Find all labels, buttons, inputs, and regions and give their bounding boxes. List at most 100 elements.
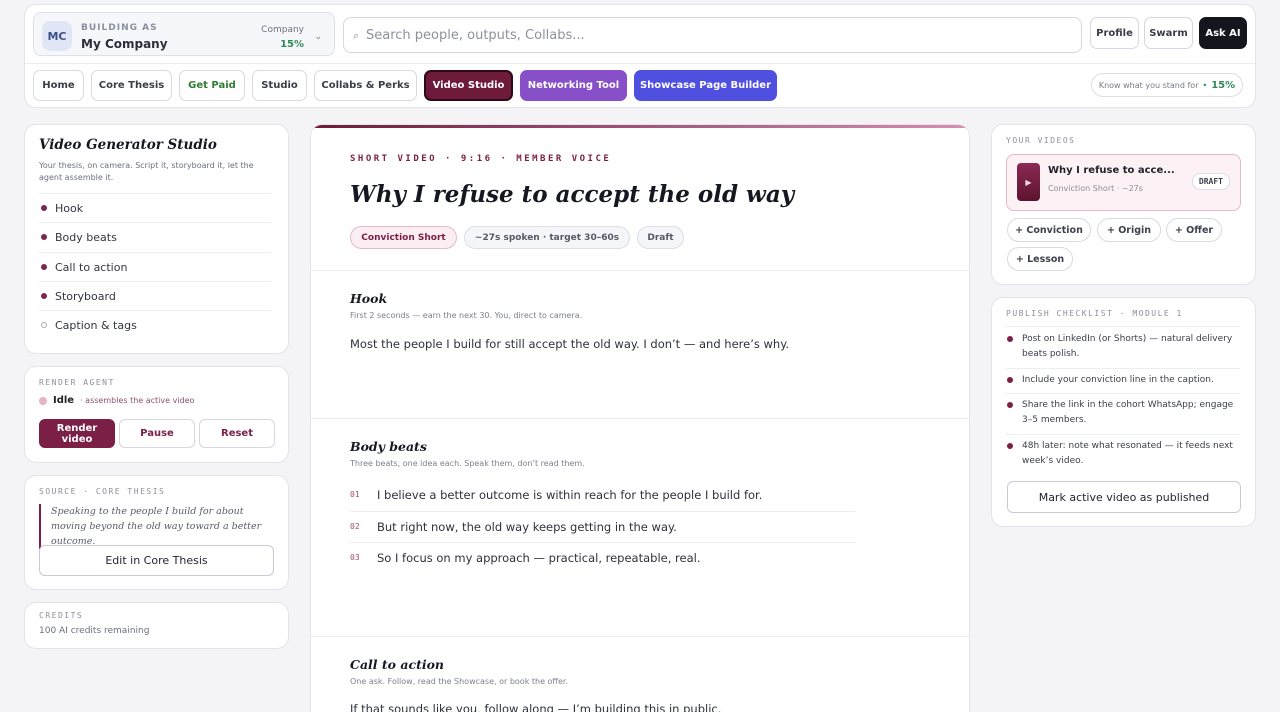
source-title: SOURCE · CORE THESIS <box>39 487 166 496</box>
video-generator-subtitle: Your thesis, on camera. Script it, story… <box>39 161 254 182</box>
checklist-bullet <box>1007 443 1013 449</box>
script-editor-panel: SHORT VIDEO · 9:16 · MEMBER VOICE Why I … <box>310 124 970 712</box>
beat-row[interactable]: 03 So I focus on my approach — practical… <box>350 542 855 573</box>
checklist-divider <box>1006 326 1240 327</box>
workspace-kicker: BUILDING AS <box>81 23 158 33</box>
top-bar: MC BUILDING AS My Company Company 15% ⌄ … <box>24 4 1256 108</box>
chevron-down-icon: ⌄ <box>314 32 322 42</box>
company-label: Company <box>261 25 304 35</box>
cta-title: Call to action <box>350 657 445 672</box>
mark-published-button[interactable]: Mark active video as published <box>1007 481 1241 513</box>
beat-row[interactable]: 01 I believe a better outcome is within … <box>350 479 855 510</box>
nav-get-paid[interactable]: Get Paid <box>179 70 245 101</box>
step-label: Storyboard <box>55 289 116 303</box>
section-divider <box>311 636 969 637</box>
add-lesson-button[interactable]: + Lesson <box>1007 247 1073 271</box>
checklist-item: Post on LinkedIn (or Shorts) — natural d… <box>1006 332 1236 362</box>
workspace-name: My Company <box>81 37 168 51</box>
checklist-item: Share the link in the cohort WhatsApp; e… <box>1006 398 1236 428</box>
status-pill: Draft <box>637 226 684 249</box>
checklist-bullet <box>1007 402 1013 408</box>
step-caption-tags[interactable]: Caption & tags <box>39 310 271 339</box>
video-generator-title: Video Generator Studio <box>39 137 217 153</box>
beat-number: 01 <box>350 490 360 499</box>
step-call-to-action[interactable]: Call to action <box>39 252 271 281</box>
ask-ai-button[interactable]: Ask AI <box>1199 17 1247 49</box>
checklist-item-text: Include your conviction line in the capt… <box>1022 375 1214 385</box>
render-agent-status: Idle · assembles the active video <box>39 395 194 406</box>
credits-text: 100 AI credits remaining <box>39 626 150 636</box>
step-done-dot <box>41 205 47 211</box>
render-video-button[interactable]: Render video <box>39 419 115 448</box>
edit-core-thesis-button[interactable]: Edit in Core Thesis <box>39 545 274 576</box>
stand-label: Know what you stand for <box>1098 80 1199 90</box>
video-list-item[interactable]: ▶ Why I refuse to acce... Conviction Sho… <box>1006 154 1241 211</box>
section-divider <box>311 270 969 271</box>
pause-button[interactable]: Pause <box>119 419 195 448</box>
profile-button[interactable]: Profile <box>1090 17 1139 49</box>
step-body-beats[interactable]: Body beats <box>39 222 271 251</box>
beat-text: But right now, the old way keeps getting… <box>377 519 677 534</box>
add-origin-button[interactable]: + Origin <box>1097 218 1161 242</box>
checklist-item-text: 48h later: note what resonated — it feed… <box>1022 441 1233 466</box>
checklist-item: Include your conviction line in the capt… <box>1006 373 1236 388</box>
source-card: SOURCE · CORE THESIS Speaking to the peo… <box>24 475 289 590</box>
step-pending-dot <box>41 322 47 328</box>
video-item-name: Why I refuse to acce... <box>1048 165 1175 176</box>
video-kicker: SHORT VIDEO · 9:16 · MEMBER VOICE <box>350 154 612 164</box>
nav-home[interactable]: Home <box>33 70 84 101</box>
your-videos-card: YOUR VIDEOS ▶ Why I refuse to acce... Co… <box>991 124 1256 285</box>
body-beats-title: Body beats <box>350 439 427 454</box>
nav-core-thesis[interactable]: Core Thesis <box>91 70 172 101</box>
render-agent-card: RENDER AGENT Idle · assembles the active… <box>24 366 289 463</box>
add-offer-button[interactable]: + Offer <box>1166 218 1222 242</box>
your-videos-title: YOUR VIDEOS <box>1006 136 1076 145</box>
draft-badge: DRAFT <box>1191 173 1230 190</box>
search-bar[interactable]: ⌕ <box>343 17 1082 53</box>
checklist-divider <box>1006 393 1240 394</box>
duration-pill: ~27s spoken · target 30–60s <box>464 226 630 249</box>
workspace-switcher[interactable]: MC BUILDING AS My Company Company 15% ⌄ <box>33 12 335 56</box>
credits-card: CREDITS 100 AI credits remaining <box>24 602 289 649</box>
hook-title: Hook <box>350 291 388 306</box>
nav-collabs-perks[interactable]: Collabs & Perks <box>314 70 417 101</box>
credits-title: CREDITS <box>39 611 84 620</box>
step-label: Hook <box>55 201 84 215</box>
step-done-dot <box>41 264 47 270</box>
reset-button[interactable]: Reset <box>199 419 275 448</box>
nav-showcase-page-builder[interactable]: Showcase Page Builder <box>634 70 777 101</box>
thesis-quote: Speaking to the people I build for about… <box>39 504 275 549</box>
cta-text[interactable]: If that sounds like you, follow along — … <box>350 702 721 712</box>
checklist-divider <box>1006 434 1240 435</box>
beat-number: 03 <box>350 553 360 562</box>
status-text: Idle <box>53 395 75 406</box>
stand-progress-chip[interactable]: Know what you stand for • 15% <box>1091 73 1243 97</box>
header-divider <box>25 63 1255 64</box>
beat-text: I believe a better outcome is within rea… <box>377 487 763 502</box>
beat-number: 02 <box>350 522 360 531</box>
section-divider <box>311 418 969 419</box>
nav-studio[interactable]: Studio <box>252 70 307 101</box>
beat-row[interactable]: 02 But right now, the old way keeps gett… <box>350 511 855 542</box>
header-row: MC BUILDING AS My Company Company 15% ⌄ … <box>33 12 1247 56</box>
add-conviction-button[interactable]: + Conviction <box>1007 218 1091 242</box>
status-dot <box>39 396 47 405</box>
step-hook[interactable]: Hook <box>39 193 271 222</box>
search-input[interactable] <box>366 23 1066 47</box>
nav-video-studio[interactable]: Video Studio <box>424 70 513 101</box>
accent-bar <box>311 125 969 128</box>
checklist-item-text: Share the link in the cohort WhatsApp; e… <box>1022 400 1234 425</box>
video-title: Why I refuse to accept the old way <box>350 181 795 208</box>
render-agent-title: RENDER AGENT <box>39 378 115 387</box>
step-label: Caption & tags <box>55 318 137 332</box>
status-description: · assembles the active video <box>80 396 195 405</box>
swarm-button[interactable]: Swarm <box>1144 17 1193 49</box>
step-done-dot <box>41 293 47 299</box>
stand-dot: • <box>1202 80 1208 90</box>
hook-text[interactable]: Most the people I build for still accept… <box>350 337 789 351</box>
step-storyboard[interactable]: Storyboard <box>39 281 271 310</box>
beat-text: So I focus on my approach — practical, r… <box>377 550 701 565</box>
nav-networking-tool[interactable]: Networking Tool <box>520 70 627 101</box>
checklist-divider <box>1006 368 1240 369</box>
checklist-title: PUBLISH CHECKLIST · MODULE 1 <box>1006 309 1183 318</box>
